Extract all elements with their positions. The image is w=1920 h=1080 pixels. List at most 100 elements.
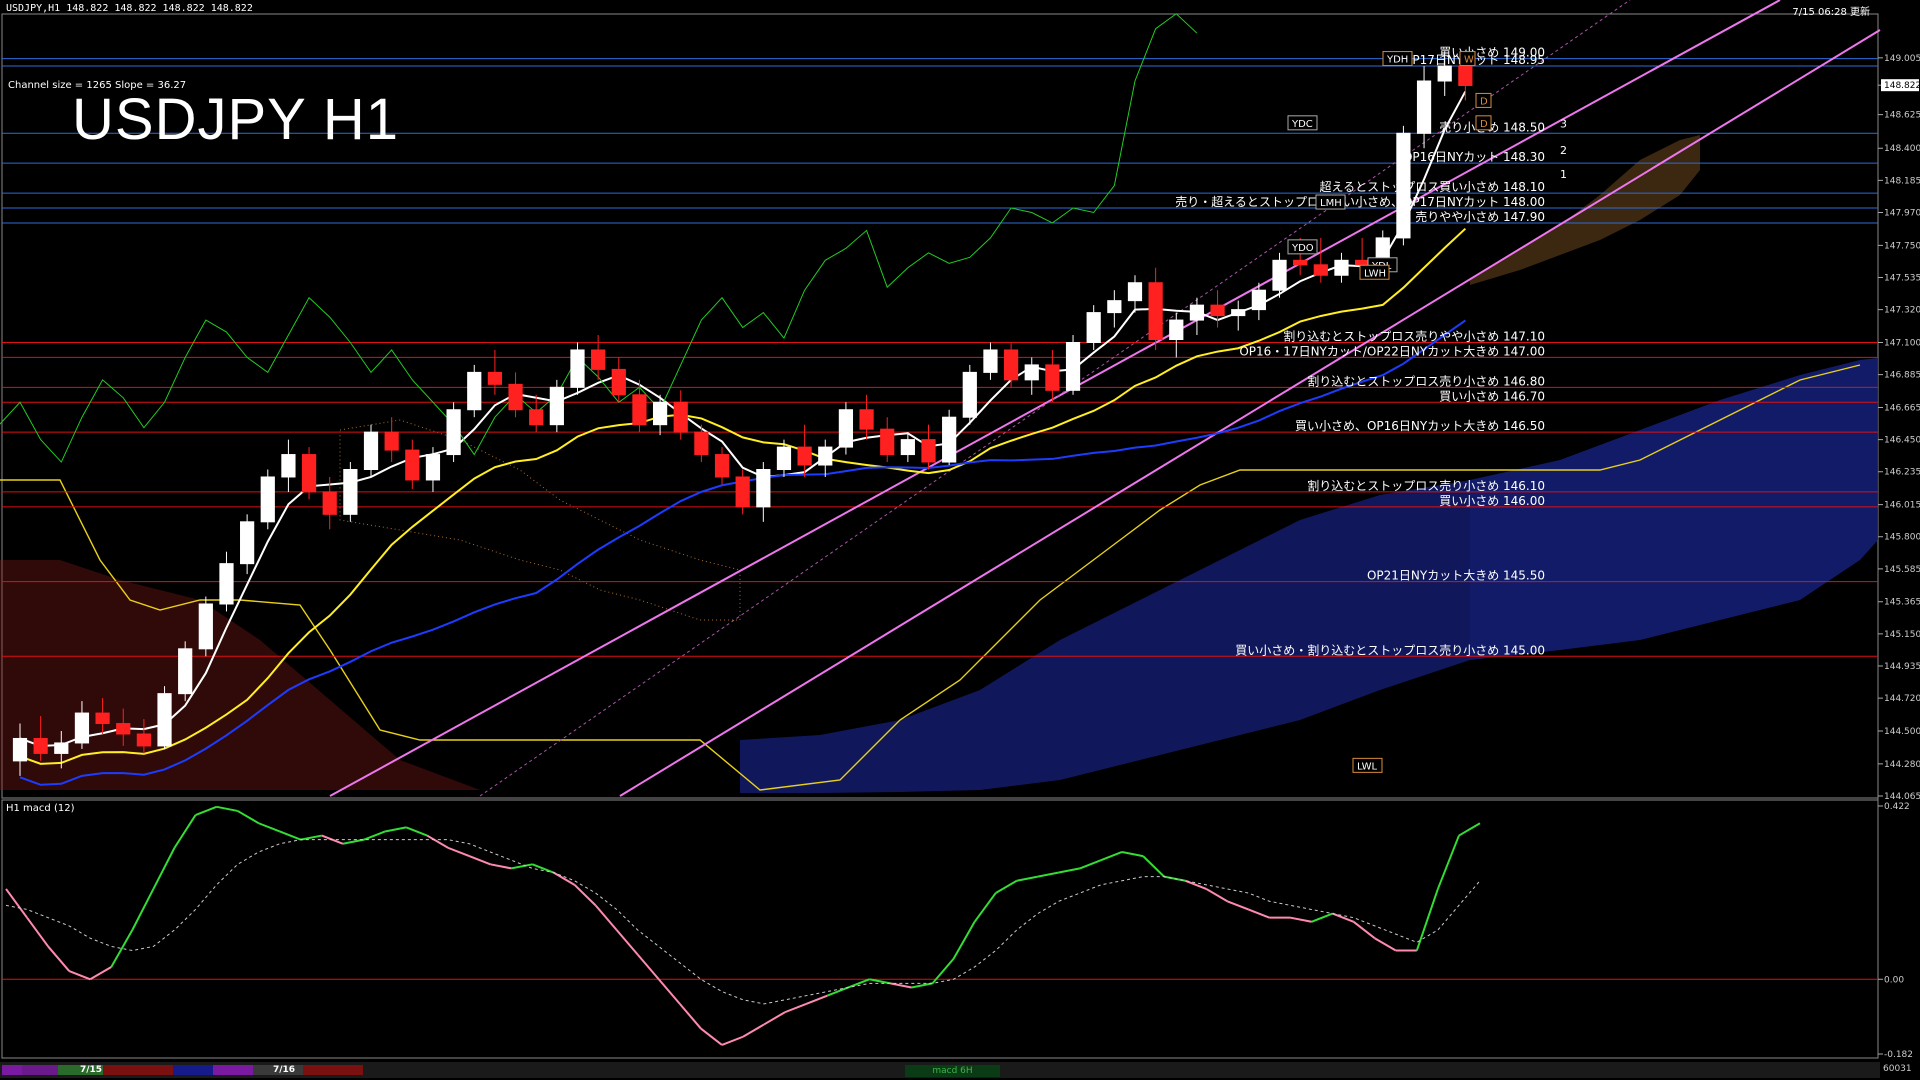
price-tick-label: 145.150: [1884, 630, 1920, 640]
price-tick-label: 146.665: [1884, 403, 1920, 413]
candle-body: [136, 733, 151, 747]
session-segment: [303, 1065, 363, 1075]
macd-tick-label: -0.182: [1884, 1050, 1913, 1060]
candle-body: [384, 431, 399, 451]
price-tick-label: 146.015: [1884, 501, 1920, 511]
price-line-label: OP16日NYカット 148.30: [1403, 150, 1545, 164]
candle-body: [1169, 319, 1184, 341]
level-marker-label: W: [1464, 55, 1474, 66]
level-marker-label: YDO: [1291, 243, 1314, 254]
corner-number: 60031: [1883, 1064, 1912, 1074]
macd-tick-label: 0.00: [1884, 975, 1904, 985]
candle-body: [425, 454, 441, 481]
candle-body: [632, 394, 647, 426]
price-line-label: 割り込むとストップロス売りやや小さめ 147.10: [1283, 328, 1545, 343]
level-marker-label: D: [1480, 119, 1488, 130]
candle-body: [1272, 259, 1287, 291]
level-marker-label: YDH: [1386, 55, 1408, 66]
channel-number: 3: [1560, 117, 1567, 130]
candle-body: [859, 409, 874, 430]
candle-body: [756, 469, 771, 508]
candle-body: [570, 349, 585, 388]
date-label-1: 7/15: [80, 1065, 103, 1075]
price-tick-label: 146.450: [1884, 436, 1920, 446]
candle-body: [1024, 364, 1039, 381]
candle-body: [1003, 349, 1019, 381]
candle-body: [1313, 264, 1328, 276]
symbol-title: USDJPY H1: [72, 87, 400, 152]
candle-body: [54, 742, 69, 754]
candle-body: [467, 371, 482, 411]
candle-body: [405, 449, 420, 481]
price-tick-label: 148.625: [1884, 111, 1920, 121]
candle-body: [178, 648, 193, 695]
candle-body: [983, 349, 998, 373]
candle-body: [1065, 341, 1081, 391]
candle-body: [116, 723, 131, 735]
price-tick-label: 147.970: [1884, 208, 1920, 218]
price-tick-label: 147.750: [1884, 241, 1920, 251]
candle-body: [1293, 259, 1308, 266]
price-tick-label: 145.365: [1884, 598, 1920, 608]
chart-header: USDJPY,H1 148.822 148.822 148.822 148.82…: [6, 3, 253, 14]
channel-number: 1: [1560, 168, 1567, 181]
candle-body: [281, 454, 296, 478]
candle-body: [838, 409, 854, 448]
candle-body: [1251, 289, 1266, 311]
price-tick-label: 145.585: [1884, 565, 1920, 575]
candle-body: [652, 401, 668, 426]
session-segment: [103, 1065, 173, 1075]
price-tick-label: 144.935: [1884, 662, 1920, 672]
candle-body: [1127, 282, 1143, 302]
price-line-label: OP16・17日NYカット/OP22日NYカット大きめ 147.00: [1239, 344, 1545, 358]
candle-body: [900, 439, 915, 456]
price-tick-label: 148.400: [1884, 144, 1920, 154]
price-line-label: 売り・超えるとストップロス買い小さめ、OP17日NYカット 148.00: [1175, 194, 1545, 209]
price-line-label: 買い小さめ、OP16日NYカット大きめ 146.50: [1295, 419, 1545, 433]
candle-body: [33, 737, 48, 754]
candle-body: [942, 416, 957, 463]
price-tick-label: 146.235: [1884, 468, 1920, 478]
candle-body: [714, 454, 730, 478]
candle-body: [1086, 312, 1101, 343]
session-segment: [213, 1065, 253, 1075]
candle-body: [529, 409, 544, 426]
candle-body: [1437, 65, 1452, 82]
price-line-label: 割り込むとストップロス売り小さめ 146.10: [1307, 478, 1545, 493]
price-tick-label: 147.320: [1884, 306, 1920, 316]
candle-body: [1355, 259, 1370, 266]
candle-body: [1416, 80, 1432, 134]
candle-body: [776, 446, 792, 471]
price-tick-label: 146.885: [1884, 371, 1920, 381]
candle-body: [1210, 304, 1225, 317]
chart-canvas[interactable]: 買い小さめ 149.00OP17日NYカット 148.95売り小さめ 148.5…: [0, 0, 1920, 1080]
session-segment: [173, 1065, 213, 1075]
candle-body: [962, 371, 977, 418]
candle-body: [818, 446, 833, 466]
price-line-label: 買い小さめ・割り込むとストップロス売り小さめ 145.00: [1235, 642, 1545, 657]
level-marker-label: YDC: [1291, 119, 1313, 130]
level-marker-label: LWL: [1357, 761, 1378, 772]
price-line-label: 超えるとストップロス買い小さめ 148.10: [1320, 179, 1545, 194]
candle-body: [363, 431, 379, 471]
candle-body: [673, 401, 688, 433]
candle-body: [240, 521, 255, 565]
candle-body: [694, 431, 709, 456]
level-marker-label: D: [1480, 96, 1488, 107]
candle-body: [797, 446, 812, 466]
candle-body: [1231, 309, 1246, 317]
candle-body: [301, 454, 317, 493]
price-line-label: 売り小さめ 148.50: [1439, 119, 1545, 134]
macd-tick-label: 0.422: [1884, 802, 1910, 812]
price-line-label: OP21日NYカット大きめ 145.50: [1367, 569, 1545, 583]
candle-body: [735, 476, 750, 508]
price-tick-label: 144.720: [1884, 694, 1920, 704]
candle-body: [1107, 300, 1122, 314]
channel-number: 2: [1560, 144, 1567, 157]
candle-body: [95, 712, 110, 725]
level-marker-label: LWH: [1364, 268, 1386, 279]
update-timestamp: 7/15 06:28 更新: [1792, 7, 1870, 18]
price-tick-label: 145.800: [1884, 533, 1920, 543]
macd-tab[interactable]: macd 6H: [905, 1065, 1000, 1077]
candle-body: [198, 603, 213, 650]
